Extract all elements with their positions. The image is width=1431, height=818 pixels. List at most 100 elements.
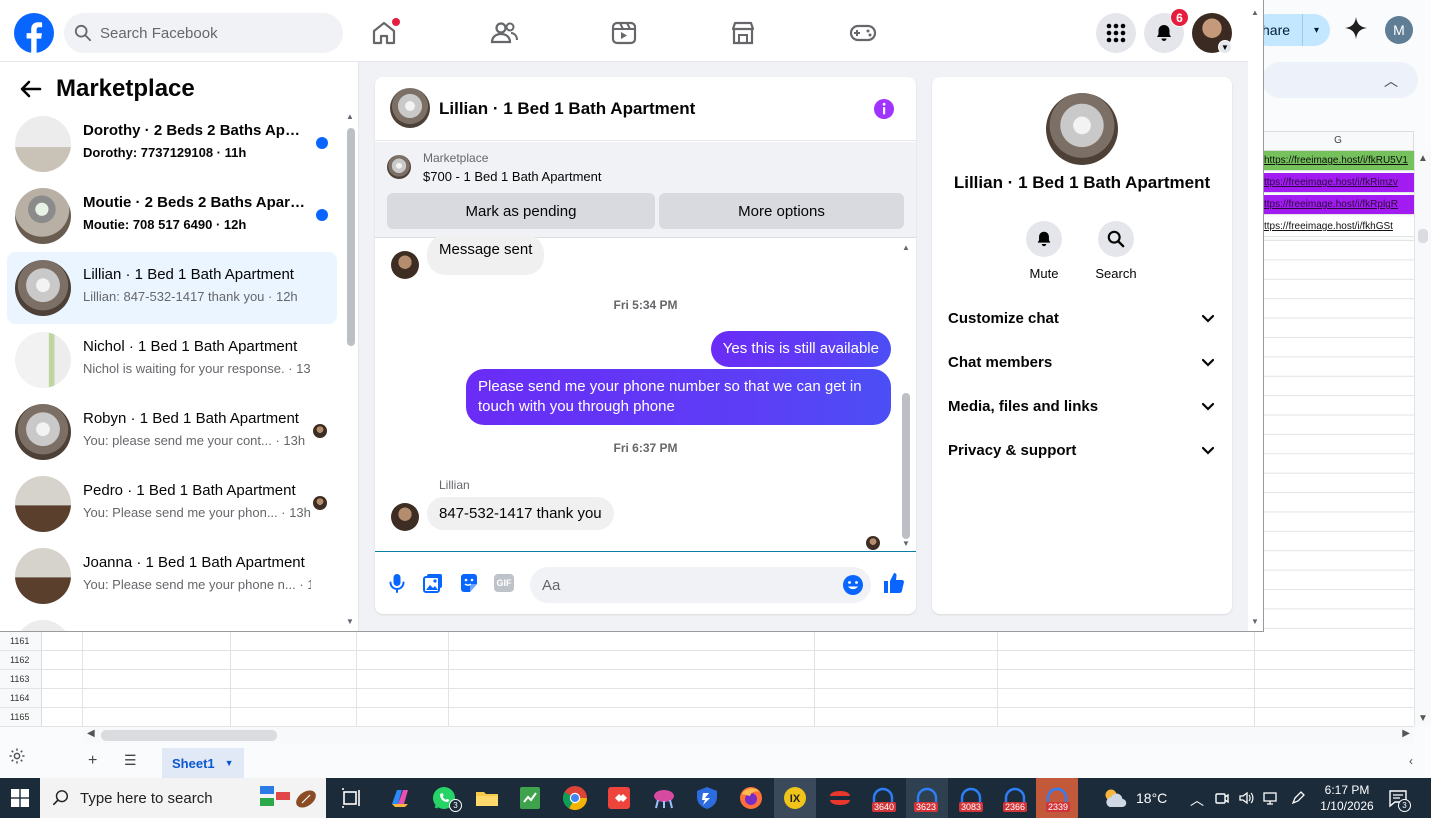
row-number[interactable]: 1165 <box>0 708 42 726</box>
sheet-grid[interactable] <box>1262 240 1414 632</box>
sender-avatar[interactable] <box>391 503 419 531</box>
speaker-icon[interactable] <box>1238 790 1254 806</box>
conversation-item-moutie[interactable]: Moutie · 2 Beds 2 Baths Apartment Moutie… <box>7 180 337 252</box>
gear-icon[interactable] <box>8 747 26 765</box>
row-cells[interactable] <box>42 708 1414 726</box>
chrome-icon[interactable] <box>561 784 589 812</box>
column-header-g[interactable]: G <box>1262 131 1414 151</box>
scroll-up-icon[interactable]: ▲ <box>1418 153 1428 164</box>
conversation-item-pedro[interactable]: Pedro · 1 Bed 1 Bath Apartment You: Plea… <box>7 468 337 540</box>
message-input[interactable] <box>542 576 832 594</box>
listing-price-title[interactable]: $700 - 1 Bed 1 Bath Apartment <box>423 169 602 184</box>
share-dropdown-icon[interactable]: ▾ <box>1302 14 1330 46</box>
anydesk-icon[interactable] <box>605 784 633 812</box>
scroll-thumb[interactable] <box>347 128 355 346</box>
search-in-chat-button[interactable] <box>1098 221 1134 257</box>
chevron-up-icon[interactable]: ︿ <box>1190 790 1204 810</box>
conversation-item-dorothy[interactable]: Dorothy · 2 Beds 2 Baths Apartment Dorot… <box>7 108 337 180</box>
sheet-row[interactable]: 1165 <box>0 708 1414 727</box>
message-bubble-incoming[interactable]: Message sent <box>427 235 545 275</box>
account-avatar[interactable]: M <box>1385 16 1413 44</box>
ixbrowser-icon[interactable]: IX <box>781 784 809 812</box>
photo-icon[interactable] <box>422 572 444 594</box>
copilot-icon[interactable] <box>386 784 414 812</box>
microphone-icon[interactable] <box>386 572 408 594</box>
gemini-sparkle-icon[interactable] <box>1344 16 1368 40</box>
message-input-box[interactable] <box>530 567 871 603</box>
scroll-left-icon[interactable]: ◀ <box>87 728 95 739</box>
chat-avatar[interactable] <box>390 88 430 128</box>
conversation-list-scrollbar[interactable]: ▲ ▼ <box>346 112 356 631</box>
message-bubble-outgoing[interactable]: Please send me your phone number so that… <box>466 369 891 425</box>
privacy-support-section[interactable]: Privacy & support <box>940 428 1224 472</box>
pen-icon[interactable] <box>1290 790 1306 806</box>
scroll-down-icon[interactable]: ▼ <box>902 539 910 548</box>
mute-button[interactable] <box>1026 221 1062 257</box>
marketplace-icon[interactable] <box>728 18 758 48</box>
scroll-up-icon[interactable]: ▲ <box>1251 8 1259 17</box>
row-cells[interactable] <box>42 651 1414 669</box>
all-sheets-menu-icon[interactable]: ☰ <box>124 752 137 769</box>
sheet-row[interactable]: 1163 <box>0 670 1414 689</box>
side-panel-toggle-icon[interactable]: ‹ <box>1409 754 1413 768</box>
more-options-button[interactable]: More options <box>659 193 904 229</box>
row-cells[interactable] <box>42 632 1414 650</box>
chevron-down-icon[interactable]: ▼ <box>1218 40 1232 54</box>
scroll-down-icon[interactable]: ▼ <box>346 617 354 626</box>
back-arrow-icon[interactable] <box>18 76 44 102</box>
chat-title[interactable]: Lillian · 1 Bed 1 Bath Apartment <box>439 99 695 119</box>
shield-browser-icon[interactable] <box>693 784 721 812</box>
search-action[interactable]: Search <box>1086 221 1146 281</box>
cell-link[interactable]: ttps://freeimage.host/i/fkRplgR <box>1262 195 1414 215</box>
sheet-tab[interactable]: Sheet1 ▼ <box>162 748 244 778</box>
sheet-vertical-scrollbar[interactable]: ▲ ▼ <box>1414 151 1431 726</box>
row-cells[interactable] <box>42 689 1414 707</box>
conversation-item-nichol[interactable]: Nichol · 1 Bed 1 Bath Apartment Nichol i… <box>7 324 337 396</box>
conversation-item-partial[interactable] <box>7 612 337 631</box>
sender-avatar[interactable] <box>391 251 419 279</box>
menu-button[interactable] <box>1096 13 1136 53</box>
friends-icon[interactable] <box>489 18 519 48</box>
emoji-icon[interactable] <box>842 574 864 596</box>
spreadsheet-app-icon[interactable] <box>516 784 544 812</box>
cell-link[interactable]: https://freeimage.host/i/fkRU5V1 <box>1262 151 1414 171</box>
network-icon[interactable] <box>1262 790 1278 806</box>
facebook-logo-icon[interactable] <box>14 13 54 53</box>
meet-now-icon[interactable] <box>1214 790 1230 806</box>
file-explorer-icon[interactable] <box>473 784 501 812</box>
media-files-links-section[interactable]: Media, files and links <box>940 384 1224 428</box>
cell-link[interactable]: ttps://freeimage.host/i/fkhGSt <box>1262 217 1414 237</box>
row-cells[interactable] <box>42 670 1414 688</box>
scroll-down-icon[interactable]: ▼ <box>1251 617 1259 626</box>
message-bubble-incoming[interactable]: 847-532-1417 thank you <box>427 497 614 530</box>
sheet-row[interactable]: 1161 <box>0 632 1414 651</box>
row-number[interactable]: 1161 <box>0 632 42 650</box>
sheet-row[interactable]: 1162 <box>0 651 1414 670</box>
thumbs-up-icon[interactable] <box>882 571 906 595</box>
row-number[interactable]: 1163 <box>0 670 42 688</box>
window-scrollbar[interactable]: ▲ ▼ <box>1248 4 1263 631</box>
customize-chat-section[interactable]: Customize chat <box>940 296 1224 340</box>
system-clock[interactable]: 6:17 PM 1/10/2026 <box>1312 782 1382 814</box>
firefox-icon[interactable] <box>737 784 765 812</box>
gif-icon[interactable]: GIF <box>494 574 514 592</box>
scroll-right-icon[interactable]: ▶ <box>1402 728 1410 739</box>
conversation-item-joanna[interactable]: Joanna · 1 Bed 1 Bath Apartment You: Ple… <box>7 540 337 612</box>
taskbar-search-box[interactable]: Type here to search <box>40 778 326 818</box>
collapse-toolbar-button[interactable]: ︿ <box>1262 62 1418 98</box>
video-icon[interactable] <box>609 18 639 48</box>
scroll-up-icon[interactable]: ▲ <box>902 243 910 252</box>
row-number[interactable]: 1164 <box>0 689 42 707</box>
weather-widget[interactable]: 18°C <box>1102 787 1167 809</box>
cell-link[interactable]: ttps://freeimage.host/i/fkRimzv <box>1262 173 1414 193</box>
gaming-icon[interactable] <box>848 18 878 48</box>
info-icon[interactable] <box>873 98 895 120</box>
scroll-thumb[interactable] <box>101 730 277 741</box>
sheet-row[interactable]: 1164 <box>0 689 1414 708</box>
vpn-app-icon[interactable] <box>650 784 678 812</box>
sticker-icon[interactable] <box>458 572 480 594</box>
conversation-item-robyn[interactable]: Robyn · 1 Bed 1 Bath Apartment You: plea… <box>7 396 337 468</box>
conversation-item-lillian[interactable]: Lillian · 1 Bed 1 Bath Apartment Lillian… <box>7 252 337 324</box>
row-number[interactable]: 1162 <box>0 651 42 669</box>
scroll-thumb[interactable] <box>1418 229 1428 243</box>
